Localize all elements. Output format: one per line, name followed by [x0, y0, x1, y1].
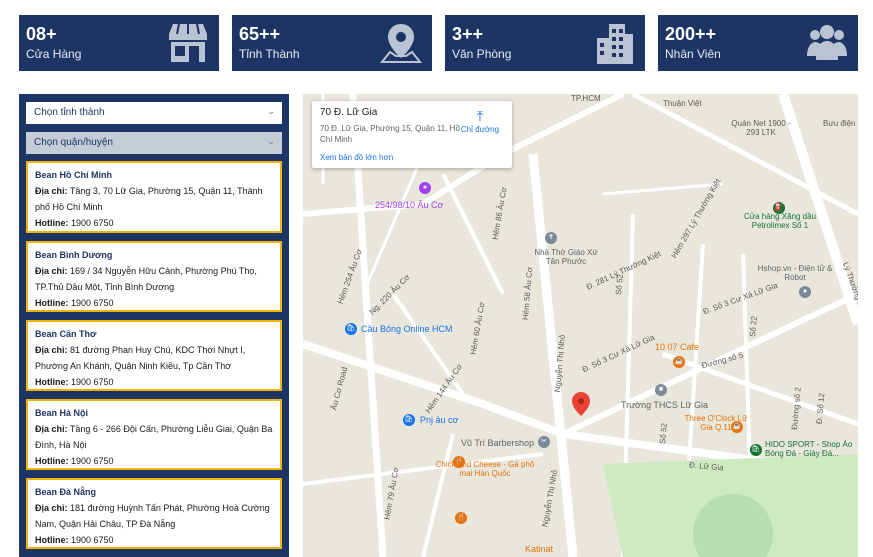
store-card[interactable]: Bean Hồ Chí Minh Địa chỉ: Tầng 3, 70 Lữ …: [26, 161, 282, 233]
directions-button[interactable]: ⤒ Chỉ đường: [458, 109, 502, 134]
chevron-down-icon: ⌄: [267, 136, 275, 146]
store-list-panel: Chọn tỉnh thành ⌄ Chọn quận/huyện ⌄ Bean…: [19, 94, 289, 557]
street-label: TP.HCM: [571, 94, 601, 103]
poi-label: Cầu Bông Online HCM: [361, 324, 453, 334]
stat-label: Văn Phòng: [452, 47, 512, 61]
poi-label: Pnj âu cơ: [420, 415, 459, 425]
poi-label: HIDO SPORT - Shop Áo Bóng Đá - Giày Đá..…: [765, 440, 853, 458]
store-name: Bean Hà Nội: [35, 408, 89, 418]
poi-label: Trường THCS Lữ Gia: [621, 400, 708, 410]
poi-label: Three O'Clock Lữ Gia Q.11: [684, 414, 748, 432]
poi-label: Hshop.vn - Điện tử & Robot: [757, 264, 833, 282]
store-icon: [169, 23, 207, 62]
store-address: Địa chỉ: 81 đường Phan Huy Chú, KDC Thới…: [35, 345, 246, 371]
store-hotline: Hotline: 1900 6750: [35, 535, 114, 545]
store-hotline: Hotline: 1900 6750: [35, 377, 114, 387]
street-label: Số 52: [658, 422, 669, 445]
place-info-card: 70 Đ. Lữ Gia 70 Đ. Lữ Gia, Phường 15, Qu…: [312, 101, 512, 168]
stat-value: 65++: [239, 24, 281, 44]
shopping-bag-icon[interactable]: 🛍: [403, 414, 415, 426]
store-hotline: Hotline: 1900 6750: [35, 218, 114, 228]
store-card[interactable]: Bean Bình Dương Địa chỉ: 169 / 34 Nguyễn…: [26, 241, 282, 312]
province-select[interactable]: Chọn tỉnh thành ⌄: [26, 102, 282, 124]
poi-label: Bưu điện: [823, 119, 856, 128]
stat-label: Tỉnh Thành: [239, 47, 300, 61]
poi-label: Chick and Cheese - Gà phô mai Hàn Quốc: [435, 460, 535, 478]
place-address: 70 Đ. Lữ Gia, Phường 15, Quận 11, Hồ Chí…: [320, 124, 460, 144]
larger-map-link[interactable]: Xem bản đồ lớn hơn: [320, 153, 393, 162]
store-name: Bean Hồ Chí Minh: [35, 170, 112, 180]
poi-label: Nhà Thờ Giáo Xứ Tân Phước: [534, 248, 598, 266]
poi-label: Katinat: [525, 544, 554, 554]
store-hotline: Hotline: 1900 6750: [35, 298, 114, 308]
stat-value: 3++: [452, 24, 484, 44]
store-address: Địa chỉ: Tầng 3, 70 Lữ Gia, Phường 15, Q…: [35, 186, 263, 212]
store-card[interactable]: Bean Đà Nẵng Địa chỉ: 181 đường Huỳnh Tấ…: [26, 478, 282, 549]
district-select-label: Chọn quận/huyện: [34, 137, 113, 148]
store-name: Bean Cần Thơ: [35, 329, 97, 339]
poi-label: Vũ Trí Barbershop: [461, 438, 535, 448]
store-name: Bean Đà Nẵng: [35, 487, 97, 497]
street-label: Số 22: [748, 315, 759, 338]
store-card[interactable]: Bean Cần Thơ Địa chỉ: 81 đường Phan Huy …: [26, 320, 282, 391]
cafe-icon[interactable]: ☕: [673, 356, 685, 368]
store-address: Địa chỉ: Tầng 6 - 266 Đội Cấn, Phường Li…: [35, 424, 273, 450]
restaurant-icon[interactable]: 🍴: [455, 512, 467, 524]
location-pin-icon[interactable]: [572, 392, 590, 416]
barber-icon[interactable]: ✂: [538, 436, 550, 448]
poi-label: 254/98/10 Âu Cơ: [375, 200, 444, 210]
directions-icon: ⤒: [476, 108, 484, 124]
store-card[interactable]: Bean Hà Nội Địa chỉ: Tầng 6 - 266 Đội Cấ…: [26, 399, 282, 470]
stat-staff: 200++ Nhân Viên: [658, 15, 858, 71]
stat-stores: 08+ Cửa Hàng: [19, 15, 219, 71]
poi-label: 10 07 Cafe: [655, 342, 700, 352]
stat-value: 200++: [665, 24, 717, 44]
poi-label: Cửa hàng Xăng dầu Petrolimex Số 1: [743, 212, 817, 230]
store-address: Địa chỉ: 181 đường Huỳnh Tấn Phát, Phườn…: [35, 503, 270, 529]
church-icon[interactable]: ✝: [545, 232, 557, 244]
users-icon: [807, 25, 847, 60]
store-hotline: Hotline: 1900 6750: [35, 456, 114, 466]
stat-label: Cửa Hàng: [26, 47, 82, 61]
building-icon: [597, 24, 633, 64]
shopping-bag-icon[interactable]: 🛍: [345, 323, 357, 335]
stat-value: 08+: [26, 24, 57, 44]
street-label: Số 52: [614, 273, 625, 296]
school-icon[interactable]: ■: [655, 384, 667, 396]
map-view[interactable]: 70 Đ. Lữ Gia 70 Đ. Lữ Gia, Phường 15, Qu…: [303, 94, 858, 557]
street-label: Thuận Việt: [663, 99, 702, 108]
poi-marker-icon[interactable]: ●: [419, 182, 431, 194]
shopping-bag-icon[interactable]: 🛍: [750, 444, 762, 456]
store-address: Địa chỉ: 169 / 34 Nguyễn Hữu Cảnh, Phườn…: [35, 266, 257, 292]
directions-label: Chỉ đường: [460, 125, 500, 134]
district-select[interactable]: Chọn quận/huyện ⌄: [26, 132, 282, 154]
stats-bar: 08+ Cửa Hàng 65++ Tỉnh Thành 3++ Văn Phò…: [19, 15, 859, 71]
province-select-label: Chọn tỉnh thành: [34, 107, 105, 118]
stat-provinces: 65++ Tỉnh Thành: [232, 15, 432, 71]
stat-label: Nhân Viên: [665, 47, 721, 61]
store-name: Bean Bình Dương: [35, 250, 113, 260]
chevron-down-icon: ⌄: [267, 106, 275, 116]
map-pin-icon: [379, 24, 423, 63]
stat-offices: 3++ Văn Phòng: [445, 15, 645, 71]
poi-marker-icon[interactable]: ●: [799, 286, 811, 298]
poi-label: Quán Net 1900 - 293 LTK: [731, 119, 791, 137]
